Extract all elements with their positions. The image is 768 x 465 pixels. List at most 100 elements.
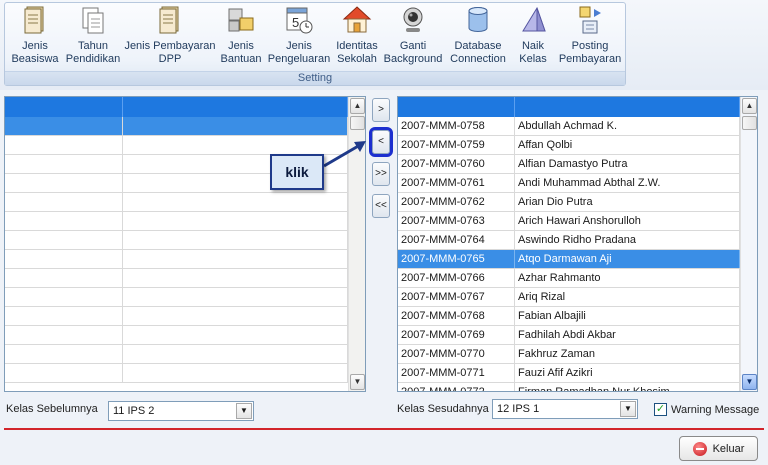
table-row[interactable]: 2007-MMM-0765 Atqo Darmawan Aji — [398, 250, 740, 269]
jenis-pengeluaran-button[interactable]: 5 Jenis Pengeluaran — [266, 4, 332, 70]
table-row[interactable]: 2007-MMM-0771 Fauzi Afif Azikri — [398, 364, 740, 383]
posting-icon — [579, 6, 601, 34]
table-cell — [123, 231, 348, 249]
left-grid-column-header-id[interactable] — [5, 97, 123, 117]
scroll-down-arrow-icon[interactable]: ▼ — [742, 374, 757, 390]
document-icon — [24, 6, 44, 34]
table-cell — [123, 307, 348, 325]
klik-callout: klik — [270, 154, 324, 190]
table-row[interactable]: 2007-MMM-0761 Andi Muhammad Abthal Z.W. — [398, 174, 740, 193]
table-row[interactable] — [5, 117, 348, 136]
kelas-sesudahnya-select[interactable]: 12 IPS 1 ▼ — [492, 399, 638, 419]
student-id-cell: 2007-MMM-0761 — [398, 174, 515, 192]
ribbon-group-label: Setting — [5, 71, 625, 85]
table-cell — [123, 345, 348, 363]
table-cell — [5, 193, 123, 211]
student-id-cell: 2007-MMM-0771 — [398, 364, 515, 382]
student-name-cell: Firman Ramadhan Nur Khosim — [515, 383, 740, 391]
table-row[interactable] — [5, 364, 348, 383]
table-cell — [123, 212, 348, 230]
table-cell — [5, 117, 123, 135]
scroll-up-arrow-icon[interactable]: ▲ — [742, 98, 757, 114]
svg-text:5: 5 — [292, 15, 299, 30]
callout-arrow — [323, 141, 366, 168]
posting-pembayaran-button[interactable]: Posting Pembayaran — [558, 4, 622, 70]
right-grid-column-header-name[interactable] — [515, 97, 740, 117]
table-cell — [5, 269, 123, 287]
scroll-down-arrow-icon[interactable]: ▼ — [350, 374, 365, 390]
left-student-grid[interactable]: ▲ ▼ — [4, 96, 366, 392]
database-connection-button[interactable]: Database Connection — [448, 4, 508, 70]
table-row[interactable] — [5, 231, 348, 250]
table-row[interactable]: 2007-MMM-0766 Azhar Rahmanto — [398, 269, 740, 288]
kelas-sebelumnya-label: Kelas Sebelumnya — [6, 403, 98, 415]
student-name-cell: Aswindo Ridho Pradana — [515, 231, 740, 249]
table-row[interactable]: 2007-MMM-0763 Arich Hawari Anshorulloh — [398, 212, 740, 231]
jenis-beasiswa-button[interactable]: Jenis Beasiswa — [10, 4, 60, 70]
right-grid-header — [398, 97, 740, 117]
keluar-button[interactable]: Keluar — [679, 436, 758, 461]
scroll-thumb[interactable] — [742, 116, 757, 130]
warning-message-checkbox[interactable]: ✓ — [654, 403, 667, 416]
identitas-sekolah-button[interactable]: Identitas Sekolah — [334, 4, 380, 70]
move-all-right-button[interactable]: >> — [372, 162, 390, 186]
left-grid-column-header-name[interactable] — [123, 97, 348, 117]
table-row[interactable] — [5, 212, 348, 231]
table-cell — [123, 269, 348, 287]
right-grid-column-header-id[interactable] — [398, 97, 515, 117]
student-name-cell: Andi Muhammad Abthal Z.W. — [515, 174, 740, 192]
table-row[interactable]: 2007-MMM-0758 Abdullah Achmad K. — [398, 117, 740, 136]
table-row[interactable]: 2007-MMM-0768 Fabian Albajili — [398, 307, 740, 326]
student-name-cell: Fadhilah Abdi Akbar — [515, 326, 740, 344]
chevron-down-icon[interactable]: ▼ — [620, 401, 636, 417]
table-row[interactable]: 2007-MMM-0762 Arian Dio Putra — [398, 193, 740, 212]
table-row[interactable] — [5, 288, 348, 307]
student-name-cell: Abdullah Achmad K. — [515, 117, 740, 135]
table-row[interactable] — [5, 307, 348, 326]
scroll-up-arrow-icon[interactable]: ▲ — [350, 98, 365, 114]
table-row[interactable]: 2007-MMM-0772 Firman Ramadhan Nur Khosim — [398, 383, 740, 391]
kelas-sebelumnya-value: 11 IPS 2 — [113, 405, 155, 417]
blocks-icon — [228, 8, 254, 32]
table-row[interactable] — [5, 193, 348, 212]
chevron-down-icon[interactable]: ▼ — [236, 403, 252, 419]
student-id-cell: 2007-MMM-0766 — [398, 269, 515, 287]
ganti-background-button[interactable]: Ganti Background — [382, 4, 444, 70]
move-all-left-button[interactable]: << — [372, 194, 390, 218]
table-row[interactable] — [5, 326, 348, 345]
jenis-pembayaran-dpp-button[interactable]: Jenis Pembayaran DPP — [124, 4, 216, 70]
jenis-bantuan-button[interactable]: Jenis Bantuan — [218, 4, 264, 70]
table-row[interactable]: 2007-MMM-0767 Ariq Rizal — [398, 288, 740, 307]
student-id-cell: 2007-MMM-0759 — [398, 136, 515, 154]
table-cell — [123, 117, 348, 135]
move-one-left-button[interactable]: < — [369, 127, 393, 157]
right-student-grid[interactable]: 2007-MMM-0758 Abdullah Achmad K. 2007-MMM-… — [397, 96, 758, 392]
table-row[interactable]: 2007-MMM-0760 Alfian Damastyo Putra — [398, 155, 740, 174]
table-cell — [5, 136, 123, 154]
student-id-cell: 2007-MMM-0764 — [398, 231, 515, 249]
student-name-cell: Arich Hawari Anshorulloh — [515, 212, 740, 230]
table-row[interactable] — [5, 345, 348, 364]
student-id-cell: 2007-MMM-0768 — [398, 307, 515, 325]
ganti-background-label: Ganti Background — [383, 40, 443, 65]
naik-kelas-button[interactable]: Naik Kelas — [512, 4, 554, 70]
kelas-sesudahnya-label: Kelas Sesudahnya — [397, 403, 489, 415]
table-row[interactable] — [5, 269, 348, 288]
right-grid-scrollbar[interactable]: ▲ ▼ — [740, 97, 757, 391]
scroll-thumb[interactable] — [350, 116, 365, 130]
tahun-pendidikan-button[interactable]: Tahun Pendidikan — [64, 4, 122, 70]
table-row[interactable]: 2007-MMM-0770 Fakhruz Zaman — [398, 345, 740, 364]
table-row[interactable]: 2007-MMM-0759 Affan Qolbi — [398, 136, 740, 155]
table-cell — [5, 250, 123, 268]
kelas-sebelumnya-select[interactable]: 11 IPS 2 ▼ — [108, 401, 254, 421]
table-row[interactable] — [5, 136, 348, 155]
student-name-cell: Azhar Rahmanto — [515, 269, 740, 287]
move-one-right-button[interactable]: > — [372, 98, 390, 122]
student-id-cell: 2007-MMM-0772 — [398, 383, 515, 391]
table-row[interactable] — [5, 250, 348, 269]
calendar-clock-icon: 5 — [286, 7, 313, 34]
jenis-pembayaran-dpp-label: Jenis Pembayaran DPP — [124, 40, 216, 65]
student-name-cell: Alfian Damastyo Putra — [515, 155, 740, 173]
table-row[interactable]: 2007-MMM-0769 Fadhilah Abdi Akbar — [398, 326, 740, 345]
table-row[interactable]: 2007-MMM-0764 Aswindo Ridho Pradana — [398, 231, 740, 250]
